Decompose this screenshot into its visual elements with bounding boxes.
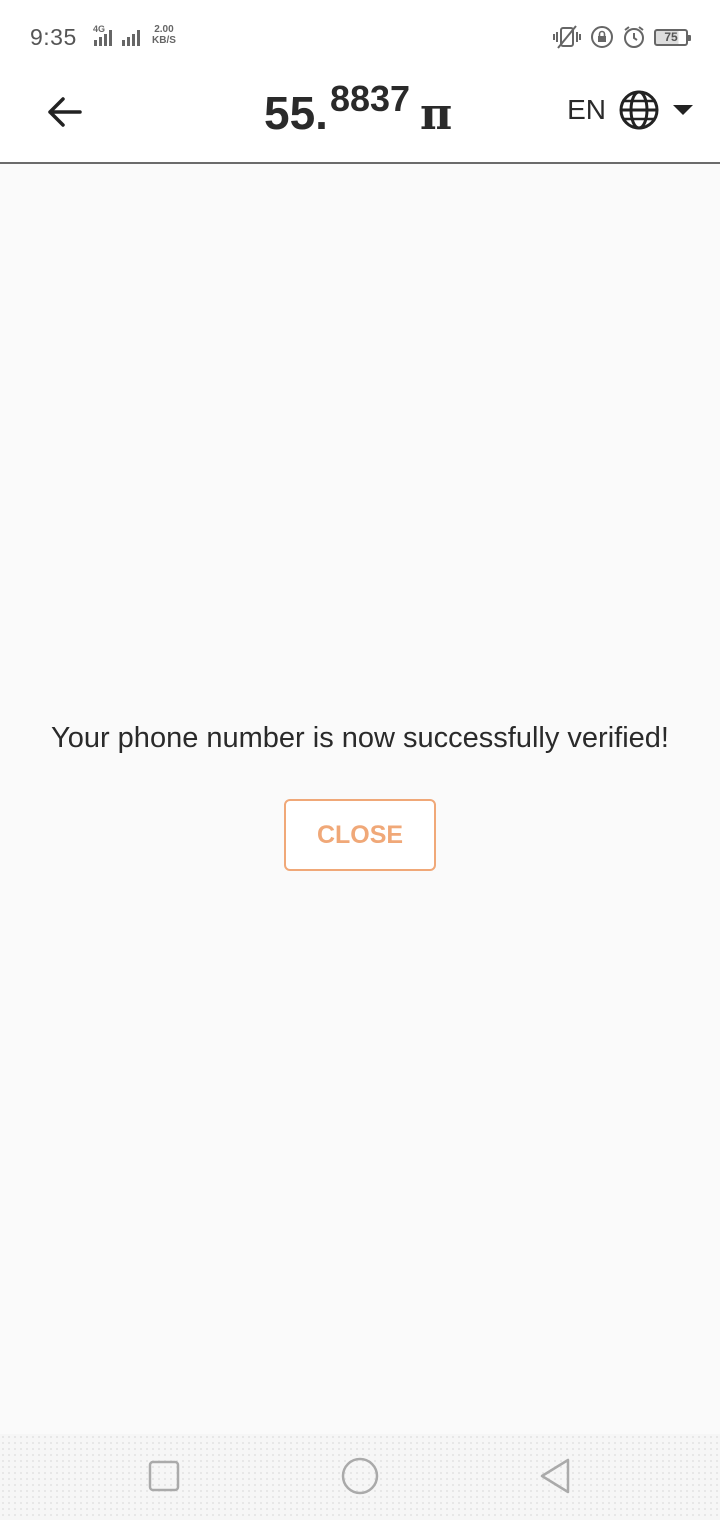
alarm-icon: [624, 26, 644, 48]
balance-integer: 55.: [264, 87, 328, 139]
app-header: 55. 8837 π EN: [0, 72, 720, 164]
pi-symbol: π: [420, 89, 453, 140]
chevron-down-icon: [673, 105, 693, 115]
signal-strength-icon: [94, 30, 140, 46]
close-button[interactable]: CLOSE: [284, 799, 436, 871]
status-bar: 9:35 4G 2.00 KB/S 75: [0, 0, 720, 72]
back-triangle-icon[interactable]: [534, 1454, 578, 1498]
status-time: 9:35: [30, 24, 77, 50]
rotation-lock-icon: [591, 26, 613, 48]
recent-apps-icon[interactable]: [142, 1454, 186, 1498]
battery-indicator: 75: [654, 28, 691, 46]
verification-result-panel: Your phone number is now successfully ve…: [0, 164, 720, 1434]
home-icon[interactable]: [338, 1454, 382, 1498]
network-speed: 2.00 KB/S: [152, 24, 176, 46]
back-button[interactable]: [40, 88, 88, 136]
language-selector[interactable]: EN: [567, 86, 694, 134]
globe-icon: [619, 90, 659, 130]
language-code: EN: [567, 94, 606, 125]
balance-decimal: 8837: [329, 78, 411, 119]
arrow-left-icon: [48, 97, 82, 127]
verification-message: Your phone number is now successfully ve…: [51, 722, 669, 754]
vibrate-silent-icon: [553, 25, 581, 49]
status-icons: 75: [552, 22, 691, 52]
system-nav-bar: [0, 1434, 720, 1520]
pi-balance: 55. 8837 π: [264, 78, 452, 148]
